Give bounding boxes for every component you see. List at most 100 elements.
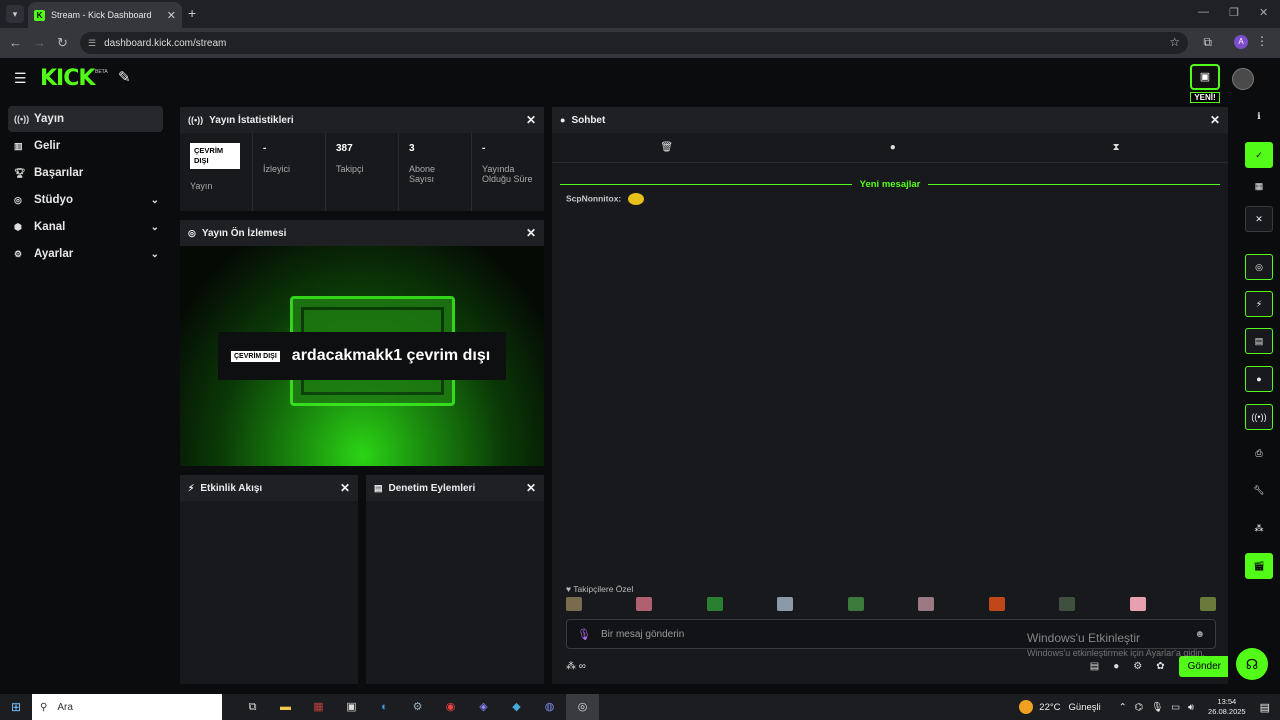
studio-icon: ◎ [14,194,22,205]
chat-bubble-icon[interactable]: ● [1245,366,1273,392]
new-tab-button[interactable]: + [188,5,196,21]
emote-thumbnail[interactable] [1129,597,1146,611]
kick-logo[interactable]: KICK [40,66,95,91]
info-icon[interactable]: ℹ [1245,104,1273,130]
emote-thumbnail[interactable] [777,597,794,611]
sidebar-item-yayin[interactable]: ((•)) Yayın [8,106,163,132]
emote-thumbnail[interactable] [706,597,723,611]
chat-bubble-icon[interactable]: ● [890,142,896,153]
stat-uptime: - Yayında Olduğu Süre [472,133,544,211]
restore-icon[interactable]: ❐ [1229,6,1239,19]
clapperboard-icon[interactable]: 🎬︎ [1245,553,1273,579]
battery-icon[interactable]: ▭ [1171,702,1180,713]
extensions-icon[interactable]: ⧉ [1203,35,1212,50]
emoji-icon[interactable]: ☻ [1194,629,1205,640]
stat-value: 387 [336,143,353,154]
layout-icon[interactable]: ▦ [1245,174,1273,200]
address-bar[interactable]: ☰ dashboard.kick.com/stream [80,32,1188,54]
emote-thumbnail[interactable] [988,597,1005,611]
app-icon[interactable]: ◆ [500,694,533,720]
close-icon[interactable]: ✕ [526,226,536,240]
chat-rules-icon[interactable]: ▤ [1090,661,1099,672]
clock-time: 13:54 [1217,697,1237,706]
browser-menu-icon[interactable]: ⋮ [1256,34,1268,48]
close-icon[interactable]: ✕ [340,481,350,495]
tab-search-button[interactable]: ▾ [6,5,24,23]
hamburger-menu-icon[interactable]: ☰ [14,70,27,87]
browser-tabbar: ▾ K Stream - Kick Dashboard ✕ + — ❐ ✕ [0,0,1280,28]
check-icon[interactable]: ✓ [1245,142,1273,168]
emote-picker-icon[interactable]: ✿ [1156,661,1164,672]
microphone-icon[interactable]: 🎙︎ [1151,702,1163,713]
tab-close-icon[interactable]: ✕ [167,9,176,22]
camera-icon[interactable]: ◎ [1245,254,1273,280]
winrar-icon[interactable]: ▦ [302,694,335,720]
profile-avatar[interactable]: A [1234,35,1248,49]
weather-temp[interactable]: 22°C [1039,702,1060,713]
sidebar-item-basarilar[interactable]: 🏆︎ Başarılar [8,160,163,186]
stat-value: - [263,143,267,154]
volume-icon[interactable]: 🔊︎ [1188,702,1194,713]
creator-tools-icon[interactable]: ✎ [118,68,131,86]
trash-icon[interactable]: 🗑︎ [660,142,673,153]
app-icon[interactable]: ◈ [467,694,500,720]
sidebar-item-label: Yayın [34,113,65,125]
emote-thumbnail[interactable] [636,597,653,611]
network-icon[interactable]: ⌬ [1135,702,1143,713]
points-icon[interactable]: ⁂ ∞ [566,661,1076,672]
broadcast-icon[interactable]: ((•)) [1245,404,1273,430]
close-icon[interactable]: ✕ [526,113,536,127]
notification-icon[interactable]: ▤ [1260,701,1270,714]
forward-icon[interactable]: → [33,35,46,50]
close-icon[interactable]: ✕ [526,481,536,495]
site-info-icon[interactable]: ☰ [88,38,96,49]
window-close-icon[interactable]: ✕ [1259,6,1268,19]
chat-username[interactable]: ScpNonnitox: [566,193,621,203]
stream-stats-panel: ((•)) Yayın İstatistikleri ✕ ÇEVRİM DIŞI… [180,107,544,211]
obs-icon[interactable]: ◎ [566,694,599,720]
emote-thumbnail[interactable] [1059,597,1076,611]
clock[interactable]: 13:54 26.08.2025 [1208,697,1246,717]
bookmark-star-icon[interactable]: ☆ [1169,35,1180,49]
chrome-icon[interactable]: ◉ [434,694,467,720]
microphone-icon[interactable]: 🎙︎ [577,628,591,641]
reload-icon[interactable]: ↻ [57,35,68,51]
emote-thumbnail[interactable] [566,597,582,611]
sidebar-item-ayarlar[interactable]: ⚙ Ayarlar ⌄ [8,241,163,267]
emote-thumbnail[interactable] [847,597,864,611]
discord-icon[interactable]: ◍ [533,694,566,720]
send-button[interactable]: Gönder [1178,655,1228,677]
task-view-icon[interactable]: ⧉ [236,694,269,720]
windows-start-icon[interactable]: ⊞ [0,700,32,714]
browser-tab[interactable]: K Stream - Kick Dashboard ✕ [28,2,182,28]
sidebar-item-kanal[interactable]: ⬢ Kanal ⌄ [8,214,163,240]
chat-bubble-icon[interactable]: ● [1113,661,1119,672]
minimize-icon[interactable]: — [1198,6,1209,18]
user-avatar[interactable] [1232,68,1254,90]
wrench-icon[interactable]: 🔧︎ [1245,478,1273,504]
file-explorer-icon[interactable]: ▬ [269,694,302,720]
back-icon[interactable]: ← [9,35,22,50]
chevron-down-icon: ⌄ [150,248,159,260]
printer-icon[interactable]: ⎙ [1245,441,1273,467]
sidebar-item-gelir[interactable]: ▥ Gelir [8,133,163,159]
edge-icon[interactable]: ◐ [368,694,401,720]
new-feature-button[interactable]: ▣ YENİ! [1190,64,1220,108]
help-icon[interactable]: ☊ [1236,648,1268,680]
tray-chevron-icon[interactable]: ⌃ [1119,702,1127,713]
close-icon[interactable]: ✕ [1210,113,1220,127]
lightning-icon[interactable]: ⚡︎ [1245,291,1273,317]
gear-icon[interactable]: ⚙ [1133,661,1142,672]
taskbar-search[interactable]: ⚲ Ara [32,694,222,720]
panel-header: ▤ Denetim Eylemleri ✕ [366,475,544,501]
steam-icon[interactable]: ⚙ [401,694,434,720]
document-icon[interactable]: ▤ [1245,328,1273,354]
emote-thumbnail[interactable] [918,597,935,611]
sidebar-item-studyo[interactable]: ◎ Stüdyo ⌄ [8,187,163,213]
emote-thumbnail[interactable] [1199,597,1216,611]
store-icon[interactable]: ▣ [335,694,368,720]
hourglass-icon[interactable]: ⧗ [1113,142,1120,153]
points-icon[interactable]: ⁂ [1245,516,1273,542]
close-icon[interactable]: ✕ [1245,206,1273,232]
weather-text[interactable]: Güneşli [1069,702,1101,713]
